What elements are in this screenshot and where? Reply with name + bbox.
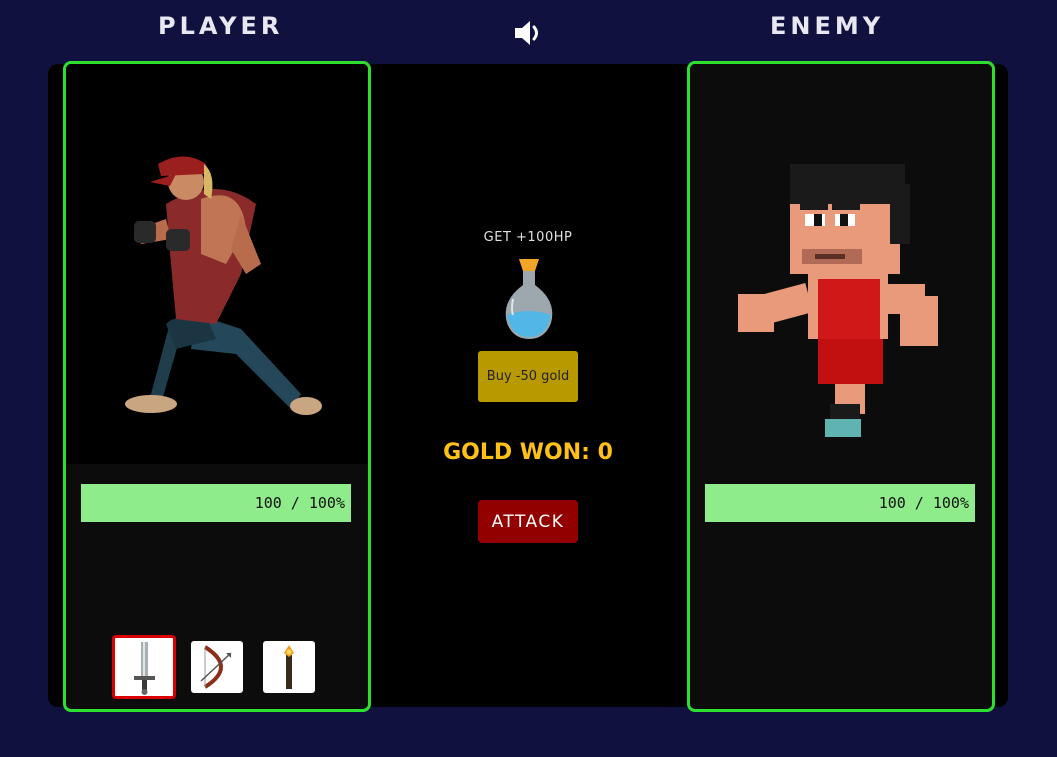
attack-button[interactable]: ATTACK: [478, 500, 578, 543]
player-title: PLAYER: [158, 12, 284, 40]
player-fighter-sprite: [125, 156, 322, 415]
player-hp-bar: 100 / 100%: [81, 484, 351, 522]
enemy-panel: 100 / 100%: [687, 61, 995, 712]
speaker-volume-icon[interactable]: [512, 18, 544, 48]
weapon-sword-button[interactable]: [112, 635, 176, 699]
gold-won-counter: GOLD WON: 0: [443, 440, 613, 465]
enemy-fighter-sprite: [738, 164, 938, 437]
enemy-hp-bar: 100 / 100%: [705, 484, 975, 522]
sword-icon: [134, 642, 155, 695]
potion-icon[interactable]: [497, 249, 561, 345]
center-controls: GET +100HP Buy -50 gold GOLD WON: 0 ATTA…: [369, 64, 687, 707]
potion-label: GET +100HP: [483, 230, 573, 245]
weapon-staff-button[interactable]: [263, 641, 315, 693]
enemy-portrait: [690, 64, 992, 464]
player-portrait: [66, 64, 368, 464]
bow-icon: [200, 645, 232, 689]
player-panel: 100 / 100%: [63, 61, 371, 712]
enemy-title: ENEMY: [770, 12, 885, 40]
staff-icon: [284, 645, 294, 689]
weapon-bow-button[interactable]: [191, 641, 243, 693]
buy-potion-button[interactable]: Buy -50 gold: [478, 351, 578, 402]
